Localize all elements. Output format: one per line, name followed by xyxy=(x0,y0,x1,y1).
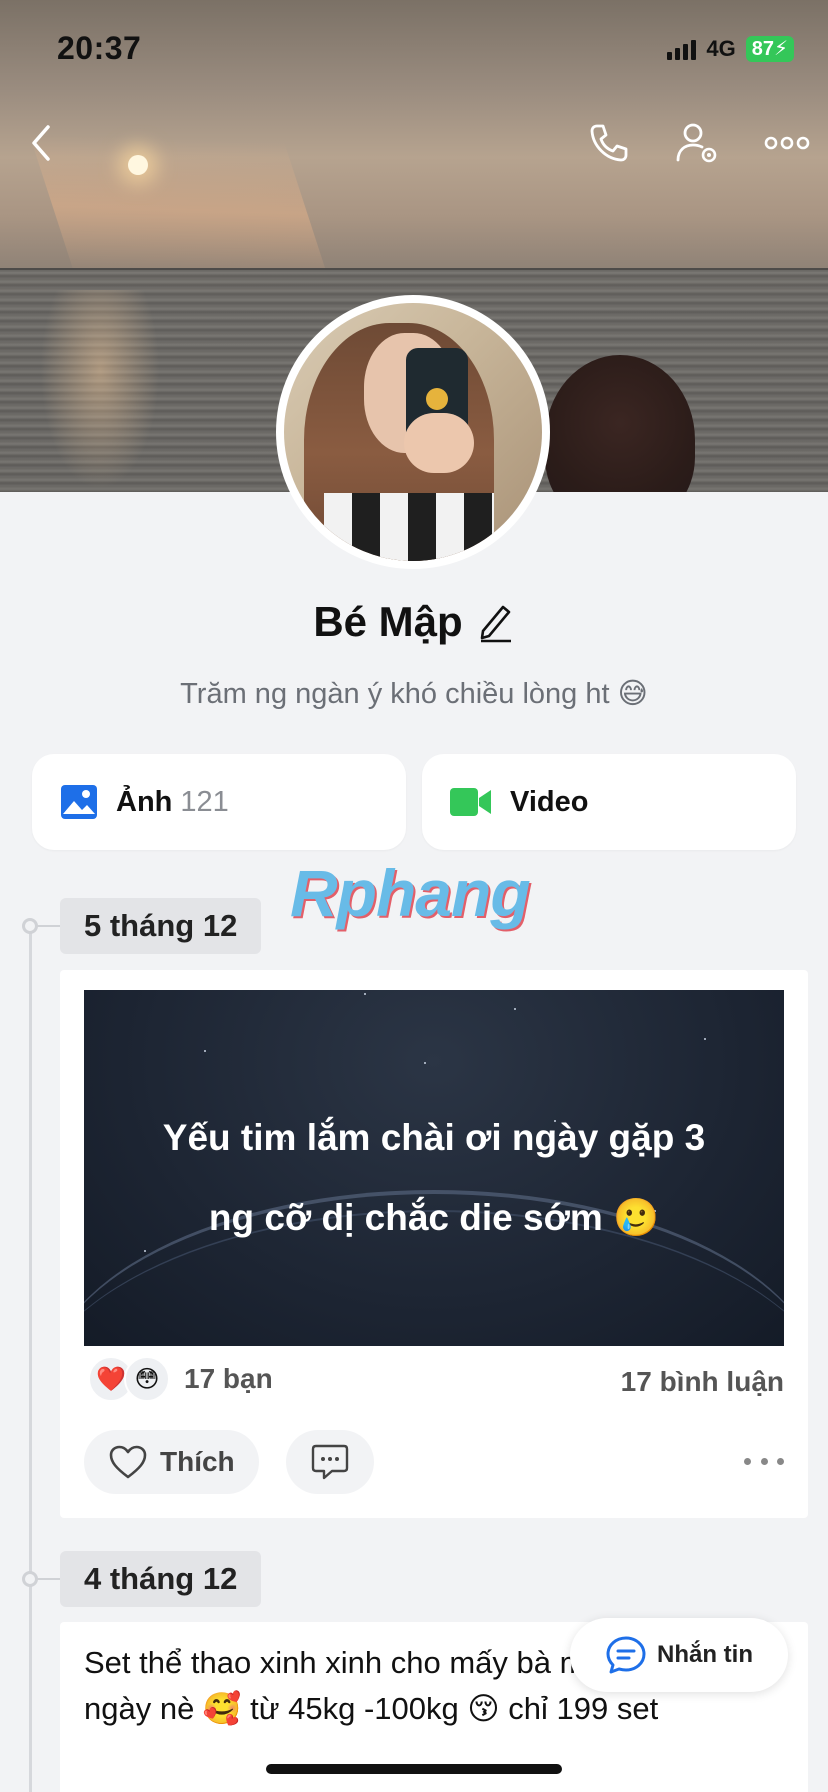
back-button[interactable] xyxy=(16,118,66,168)
comments-count[interactable]: 17 bình luận xyxy=(621,1366,784,1398)
timeline-connector xyxy=(36,925,60,927)
post-more-button[interactable] xyxy=(744,1446,784,1476)
status-time: 20:37 xyxy=(57,30,142,66)
reactions-count: 17 bạn xyxy=(184,1363,273,1394)
home-indicator xyxy=(266,1764,562,1774)
flushed-reaction-icon: 😳 xyxy=(124,1356,170,1402)
phone-icon xyxy=(590,124,628,162)
profile-avatar[interactable] xyxy=(276,295,550,569)
edit-pencil-icon[interactable] xyxy=(477,601,515,643)
like-label: Thích xyxy=(160,1446,235,1477)
more-horizontal-icon xyxy=(764,136,810,150)
send-message-button[interactable]: Nhắn tin xyxy=(570,1618,788,1692)
network-type: 4G xyxy=(706,36,736,61)
comment-icon xyxy=(311,1444,349,1480)
chevron-left-icon xyxy=(32,125,50,161)
profile-bio: Trăm ng ngàn ý khó chiều lòng ht 😅 xyxy=(180,678,648,710)
photos-button[interactable]: Ảnh 121 xyxy=(32,754,406,850)
video-camera-icon xyxy=(450,788,491,816)
profile-name: Bé Mập xyxy=(313,598,463,645)
post-card[interactable]: Yếu tim lắm chài ơi ngày gặp 3 ng cỡ dị … xyxy=(60,970,808,1518)
post-text-line: ng cỡ dị chắc die sớm 🥲 xyxy=(208,1197,660,1238)
post-text-line: Yếu tim lắm chài ơi ngày gặp 3 xyxy=(162,1117,706,1158)
comment-button[interactable] xyxy=(286,1430,374,1494)
battery-indicator: 87⚡ xyxy=(745,36,794,62)
signal-icon xyxy=(667,38,697,60)
post-date-chip: 5 tháng 12 xyxy=(60,898,262,954)
chat-bubble-icon xyxy=(606,1636,646,1674)
video-label: Video xyxy=(510,785,589,818)
post-text-image[interactable]: Yếu tim lắm chài ơi ngày gặp 3 ng cỡ dị … xyxy=(84,990,784,1346)
watermark-logo: Rphang xyxy=(290,856,531,930)
more-options-button[interactable] xyxy=(762,118,812,168)
timeline-connector xyxy=(36,1578,60,1580)
timeline-line xyxy=(29,926,32,1792)
like-button[interactable]: Thích xyxy=(84,1430,259,1494)
photos-count: 121 xyxy=(180,785,229,818)
photo-icon xyxy=(61,785,97,819)
video-button[interactable]: Video xyxy=(422,754,796,850)
heart-icon xyxy=(109,1445,147,1479)
profile-name-row: Bé Mập xyxy=(0,598,828,646)
reactions-summary[interactable]: ❤️ 😳 17 bạn xyxy=(88,1356,273,1402)
status-indicators: 4G 87⚡ xyxy=(667,36,794,62)
profile-settings-button[interactable] xyxy=(672,118,722,168)
post-text: Yếu tim lắm chài ơi ngày gặp 3 ng cỡ dị … xyxy=(84,1098,784,1258)
call-button[interactable] xyxy=(584,118,634,168)
photos-label: Ảnh xyxy=(116,785,173,818)
post-date-chip: 4 tháng 12 xyxy=(60,1551,262,1607)
send-message-label: Nhắn tin xyxy=(657,1641,753,1668)
user-settings-icon xyxy=(676,123,717,163)
